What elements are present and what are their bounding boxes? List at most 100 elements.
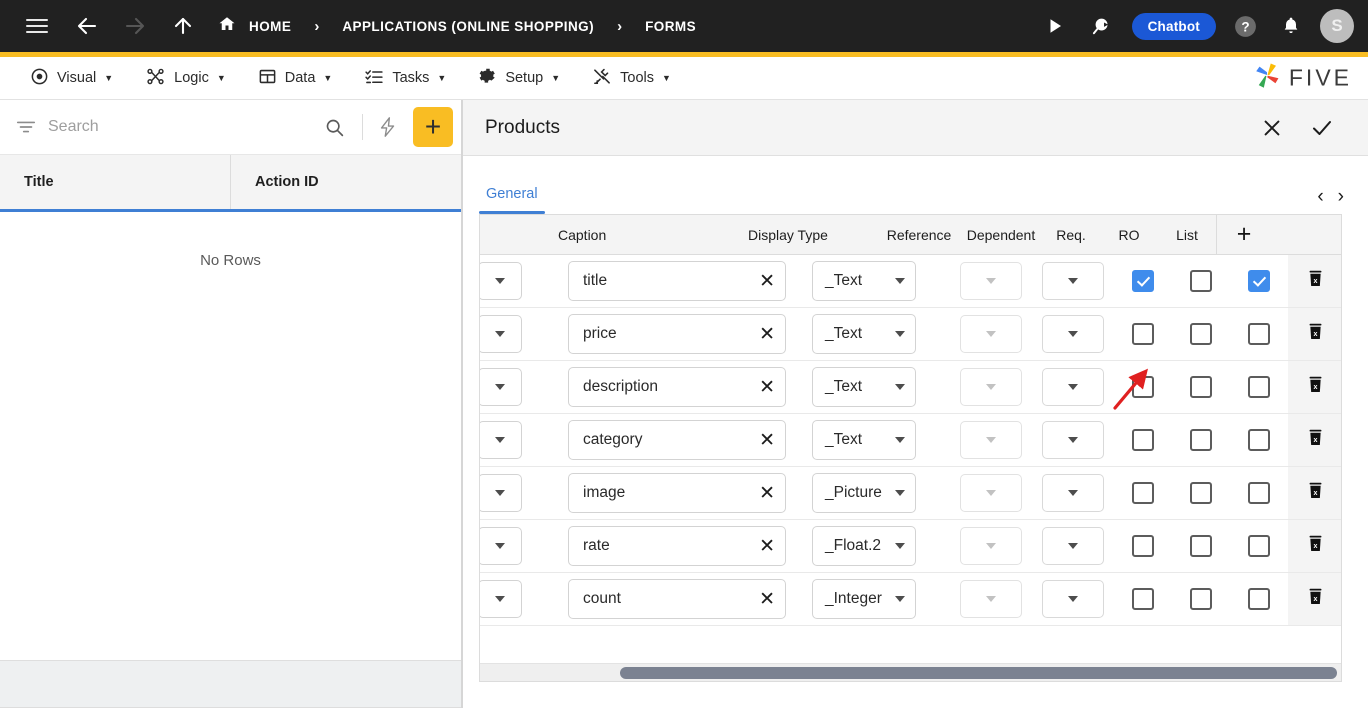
next-page-icon[interactable]: › [1338, 187, 1344, 206]
dependent-cell[interactable] [1032, 368, 1114, 406]
add-record-button[interactable]: + [413, 107, 453, 147]
list-cell[interactable] [1230, 270, 1288, 292]
search-speech-icon[interactable] [1084, 7, 1122, 45]
table-row[interactable]: title ✕ _Text x [480, 255, 1341, 308]
trash-delete-icon[interactable]: x [1306, 533, 1325, 559]
ro-cell[interactable] [1172, 535, 1230, 557]
play-icon[interactable] [1036, 7, 1074, 45]
dependent-cell[interactable] [1032, 421, 1114, 459]
column-header-caption[interactable]: Caption [496, 215, 740, 254]
list-checkbox[interactable] [1248, 535, 1270, 557]
confirm-check-icon[interactable] [1300, 106, 1344, 150]
ro-checkbox[interactable] [1190, 482, 1212, 504]
delete-row-cell[interactable]: x [1288, 573, 1341, 625]
row-type-select[interactable] [480, 421, 568, 459]
display-type-cell[interactable]: _Integer [812, 579, 950, 619]
back-arrow-icon[interactable] [68, 7, 106, 45]
forward-arrow-icon[interactable] [116, 7, 154, 45]
display-type-cell[interactable]: _Text [812, 314, 950, 354]
dependent-cell[interactable] [1032, 474, 1114, 512]
clear-x-icon[interactable]: ✕ [759, 590, 775, 609]
ro-checkbox[interactable] [1190, 323, 1212, 345]
filter-icon[interactable] [4, 116, 48, 138]
display-type-cell[interactable]: _Text [812, 261, 950, 301]
reference-cell[interactable] [950, 474, 1032, 512]
caption-cell[interactable]: title ✕ [568, 261, 812, 301]
table-row[interactable]: category ✕ _Text x [480, 414, 1341, 467]
dependent-cell[interactable] [1032, 315, 1114, 353]
breadcrumb-item-forms[interactable]: FORMS [641, 19, 700, 34]
delete-row-cell[interactable]: x [1288, 414, 1341, 466]
delete-row-cell[interactable]: x [1288, 467, 1341, 519]
reference-cell[interactable] [950, 421, 1032, 459]
list-checkbox[interactable] [1248, 270, 1270, 292]
column-header-dependent[interactable]: Dependent [960, 215, 1042, 254]
table-row[interactable]: image ✕ _Picture x [480, 467, 1341, 520]
caption-cell[interactable]: category ✕ [568, 420, 812, 460]
caption-cell[interactable]: count ✕ [568, 579, 812, 619]
display-type-cell[interactable]: _Text [812, 367, 950, 407]
caption-cell[interactable]: price ✕ [568, 314, 812, 354]
req-cell[interactable] [1114, 429, 1172, 451]
row-type-select[interactable] [480, 580, 568, 618]
display-type-cell[interactable]: _Text [812, 420, 950, 460]
prev-page-icon[interactable]: ‹ [1317, 187, 1323, 206]
req-cell[interactable] [1114, 376, 1172, 398]
caption-cell[interactable]: description ✕ [568, 367, 812, 407]
clear-x-icon[interactable]: ✕ [759, 378, 775, 397]
delete-row-cell[interactable]: x [1288, 361, 1341, 413]
delete-row-cell[interactable]: x [1288, 308, 1341, 360]
column-header-action-id[interactable]: Action ID [230, 155, 461, 209]
display-type-cell[interactable]: _Float.2 [812, 526, 950, 566]
row-type-select[interactable] [480, 368, 568, 406]
ro-cell[interactable] [1172, 429, 1230, 451]
req-checkbox[interactable] [1132, 429, 1154, 451]
list-cell[interactable] [1230, 588, 1288, 610]
list-checkbox[interactable] [1248, 588, 1270, 610]
up-arrow-icon[interactable] [164, 7, 202, 45]
ro-cell[interactable] [1172, 588, 1230, 610]
row-type-select[interactable] [480, 315, 568, 353]
menu-item-setup[interactable]: Setup ▼ [462, 57, 576, 99]
hamburger-menu-icon[interactable] [18, 7, 56, 45]
req-cell[interactable] [1114, 535, 1172, 557]
dependent-cell[interactable] [1032, 262, 1114, 300]
horizontal-scrollbar[interactable] [480, 663, 1341, 681]
req-checkbox[interactable] [1132, 270, 1154, 292]
req-cell[interactable] [1114, 588, 1172, 610]
list-checkbox[interactable] [1248, 376, 1270, 398]
column-header-ro[interactable]: RO [1100, 215, 1158, 254]
lightning-bolt-icon[interactable] [371, 115, 405, 139]
table-row[interactable]: price ✕ _Text x [480, 308, 1341, 361]
list-cell[interactable] [1230, 535, 1288, 557]
list-checkbox[interactable] [1248, 429, 1270, 451]
req-checkbox[interactable] [1132, 588, 1154, 610]
req-cell[interactable] [1114, 270, 1172, 292]
chatbot-button[interactable]: Chatbot [1131, 12, 1216, 40]
table-row[interactable]: rate ✕ _Float.2 x [480, 520, 1341, 573]
search-input[interactable] [48, 118, 314, 136]
column-header-title[interactable]: Title [0, 155, 230, 209]
list-cell[interactable] [1230, 323, 1288, 345]
trash-delete-icon[interactable]: x [1306, 480, 1325, 506]
reference-cell[interactable] [950, 527, 1032, 565]
reference-cell[interactable] [950, 580, 1032, 618]
req-cell[interactable] [1114, 482, 1172, 504]
clear-x-icon[interactable]: ✕ [759, 431, 775, 450]
reference-cell[interactable] [950, 315, 1032, 353]
bell-icon[interactable] [1272, 7, 1310, 45]
column-header-req[interactable]: Req. [1042, 215, 1100, 254]
user-avatar[interactable]: S [1320, 9, 1354, 43]
reference-cell[interactable] [950, 262, 1032, 300]
ro-checkbox[interactable] [1190, 588, 1212, 610]
dependent-cell[interactable] [1032, 580, 1114, 618]
req-cell[interactable] [1114, 323, 1172, 345]
trash-delete-icon[interactable]: x [1306, 427, 1325, 453]
ro-cell[interactable] [1172, 270, 1230, 292]
clear-x-icon[interactable]: ✕ [759, 325, 775, 344]
menu-item-data[interactable]: Data ▼ [242, 57, 349, 99]
menu-item-visual[interactable]: Visual ▼ [14, 57, 129, 99]
delete-row-cell[interactable]: x [1288, 520, 1341, 572]
trash-delete-icon[interactable]: x [1306, 321, 1325, 347]
row-type-select[interactable] [480, 527, 568, 565]
